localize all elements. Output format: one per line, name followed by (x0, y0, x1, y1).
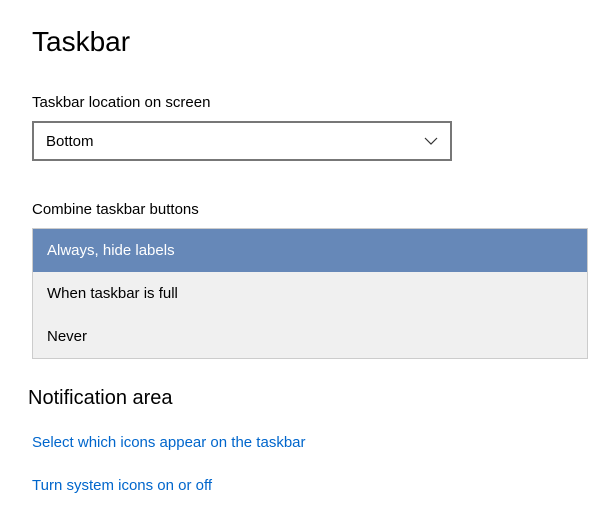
combine-option-never[interactable]: Never (33, 315, 587, 358)
select-icons-link[interactable]: Select which icons appear on the taskbar (32, 434, 579, 451)
page-title: Taskbar (32, 26, 579, 58)
combine-taskbar-label: Combine taskbar buttons (32, 201, 579, 218)
taskbar-location-label: Taskbar location on screen (32, 94, 579, 111)
dropdown-value: Bottom (46, 133, 94, 150)
combine-taskbar-listbox[interactable]: Always, hide labels When taskbar is full… (32, 228, 588, 359)
combine-option-when-full[interactable]: When taskbar is full (33, 272, 587, 315)
taskbar-location-setting: Taskbar location on screen Bottom (32, 94, 579, 161)
combine-taskbar-setting: Combine taskbar buttons Always, hide lab… (32, 201, 579, 359)
chevron-down-icon (424, 134, 438, 148)
combine-option-always[interactable]: Always, hide labels (33, 229, 587, 272)
notification-area-heading: Notification area (28, 387, 579, 410)
taskbar-location-dropdown[interactable]: Bottom (32, 121, 452, 161)
system-icons-link[interactable]: Turn system icons on or off (32, 477, 579, 494)
